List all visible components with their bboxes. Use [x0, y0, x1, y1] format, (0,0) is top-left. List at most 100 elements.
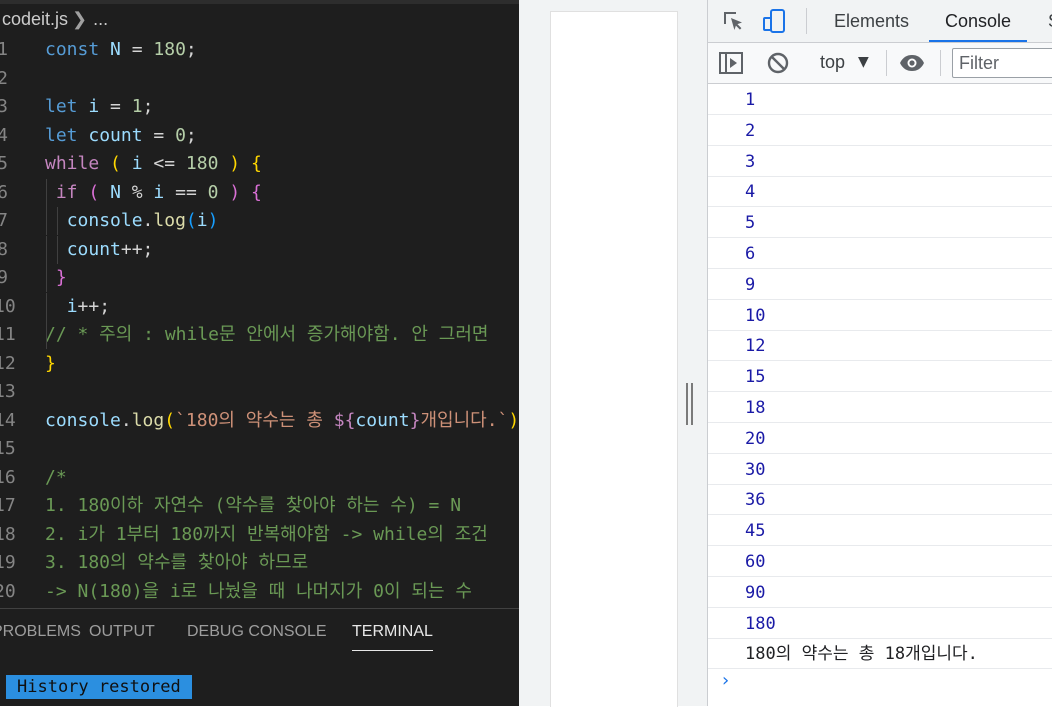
filter-input[interactable] — [952, 48, 1052, 78]
code-line[interactable]: 18 2. i가 1부터 180까지 반복해야함 -> while의 조건 — [0, 521, 519, 550]
code-token: = — [142, 124, 176, 146]
code-line[interactable]: 5 while ( i <= 180 ) { — [0, 150, 519, 179]
console-number-value: 9 — [745, 274, 756, 295]
console-message[interactable]: 36 — [708, 484, 1052, 516]
console-message[interactable]: 180 — [708, 608, 1052, 639]
code-token: ( — [88, 181, 100, 203]
console-message[interactable]: 45 — [708, 515, 1052, 547]
console-message[interactable]: 9 — [708, 269, 1052, 300]
code-token: = — [120, 39, 154, 60]
devtools-tab-s[interactable]: S — [1048, 11, 1052, 32]
code-line[interactable]: 6 if ( N % i == 0 ) { — [0, 178, 519, 208]
code-line[interactable]: 3 let i = 1; — [0, 93, 519, 122]
toolbar-separator — [886, 50, 887, 76]
code-token: count — [88, 124, 143, 146]
console-message[interactable]: 12 — [708, 330, 1052, 362]
code-line[interactable]: 11 // * 주의 : while문 안에서 증가해야함. 안 그러면 — [0, 321, 519, 350]
context-selector[interactable]: top — [820, 52, 845, 73]
breadcrumb-more[interactable]: ... — [93, 9, 108, 29]
code-token: 180 — [153, 39, 186, 60]
eye-icon[interactable] — [899, 52, 925, 74]
panel-tab-debug-console[interactable]: DEBUG CONSOLE — [187, 623, 327, 641]
code-token: 0 — [207, 181, 219, 203]
console-message[interactable]: 60 — [708, 546, 1052, 577]
resize-handle[interactable] — [686, 383, 693, 425]
indent-guide — [46, 235, 47, 264]
code-token: log — [153, 210, 186, 231]
code-line[interactable]: 14 console.log(`180의 약수는 총 ${count}개입니다.`… — [0, 407, 519, 436]
code-line[interactable]: 9 } — [0, 264, 519, 293]
dropdown-arrow-icon[interactable]: ▼ — [858, 54, 870, 70]
code-token: . — [142, 210, 154, 231]
code-line[interactable]: 19 3. 180의 약수를 찾아야 하므로 — [0, 549, 519, 578]
panel-tab-problems[interactable]: PROBLEMS — [0, 623, 81, 641]
code-token: count — [355, 409, 410, 431]
console-number-value: 12 — [745, 336, 766, 357]
breadcrumb-file[interactable]: codeit.js — [2, 9, 68, 29]
console-toolbar: top ▼ — [708, 43, 1052, 84]
code-line[interactable]: 13 — [0, 378, 519, 407]
panel-tab-output[interactable]: OUTPUT — [89, 623, 155, 641]
device-toolbar-icon[interactable] — [762, 8, 788, 34]
code-line[interactable]: 10 i++; — [0, 292, 519, 322]
code-text: let count = 0; — [45, 122, 197, 150]
code-line[interactable]: 4 let count = 0; — [0, 122, 519, 151]
console-message[interactable]: 15 — [708, 361, 1052, 393]
code-text: while ( i <= 180 ) { — [45, 150, 262, 178]
console-string-value: 180의 약수는 총 18개입니다. — [745, 644, 978, 665]
code-token: /* — [45, 466, 67, 488]
code-token: console — [66, 210, 143, 231]
code-token: . — [120, 409, 132, 431]
console-message[interactable]: 2 — [708, 115, 1052, 146]
code-token: console — [45, 409, 121, 431]
code-line[interactable]: 1 const N = 180; — [0, 36, 519, 65]
code-token: let — [45, 96, 89, 117]
clear-console-icon[interactable] — [766, 51, 790, 75]
code-line[interactable]: 12} — [0, 350, 519, 379]
console-prompt-icon[interactable]: › — [720, 670, 731, 691]
code-line[interactable]: 7 console.log(i) — [0, 207, 519, 236]
devtools-tab-console[interactable]: Console — [928, 11, 1028, 42]
code-token: ) — [207, 210, 219, 231]
code-line[interactable]: 15 — [0, 435, 519, 464]
code-token: i — [66, 295, 78, 317]
code-line[interactable]: 8 count++; — [0, 235, 519, 265]
code-text: 3. 180의 약수를 찾아야 하므로 — [45, 549, 308, 577]
breadcrumb[interactable]: codeit.js ❯... — [2, 9, 108, 30]
code-token: N — [110, 39, 121, 60]
code-text: 1. 180이하 자연수 (약수를 찾아야 하는 수) = N — [45, 492, 461, 520]
console-message[interactable]: 18 — [708, 392, 1052, 423]
code-token: == — [164, 181, 208, 203]
console-message[interactable]: 5 — [708, 207, 1052, 239]
devtools-tabbar: Elements Console S — [708, 0, 1052, 43]
line-number: 5 — [0, 153, 8, 174]
console-message[interactable]: 3 — [708, 146, 1052, 177]
devtools-tab-elements[interactable]: Elements — [834, 11, 909, 32]
console-message[interactable]: 30 — [708, 454, 1052, 485]
line-number: 10 — [0, 295, 16, 317]
console-message[interactable]: 180의 약수는 총 18개입니다. — [708, 638, 1052, 670]
code-line[interactable]: 2 — [0, 65, 519, 94]
code-token: 0 — [175, 124, 186, 146]
console-message[interactable]: 10 — [708, 300, 1052, 331]
console-message[interactable]: 90 — [708, 577, 1052, 608]
console-message[interactable]: 1 — [708, 84, 1052, 115]
code-token: ( — [185, 210, 197, 231]
console-number-value: 4 — [745, 182, 756, 203]
code-line[interactable]: 16 /* — [0, 464, 519, 493]
console-message[interactable]: 20 — [708, 423, 1052, 454]
code-line[interactable]: 17 1. 180이하 자연수 (약수를 찾아야 하는 수) = N — [0, 492, 519, 521]
inspect-element-icon[interactable] — [721, 9, 745, 33]
code-text: console.log(`180의 약수는 총 ${count}개입니다.`); — [45, 407, 519, 435]
code-text: // * 주의 : while문 안에서 증가해야함. 안 그러면 — [45, 321, 488, 349]
console-message[interactable]: 4 — [708, 176, 1052, 208]
console-message[interactable]: 6 — [708, 238, 1052, 269]
terminal-history-restored: History restored — [6, 675, 192, 699]
sidebar-toggle-icon[interactable] — [719, 52, 743, 74]
panel-tab-terminal[interactable]: TERMINAL — [352, 623, 433, 651]
code-line[interactable]: 20 -> N(180)을 i로 나눴을 때 나머지가 0이 되는 수 — [0, 578, 519, 607]
